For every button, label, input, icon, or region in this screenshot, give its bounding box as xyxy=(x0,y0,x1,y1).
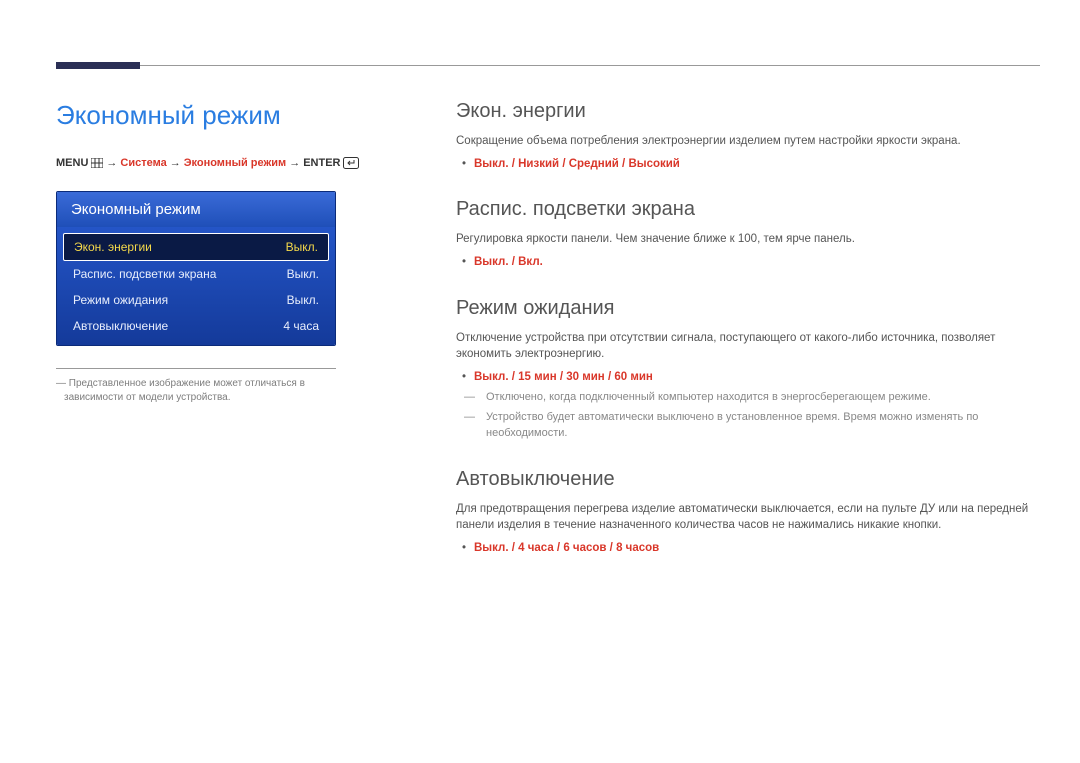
path-seg-system: Система xyxy=(120,157,166,169)
section-options: Выкл. / 15 мин / 30 мин / 60 мин xyxy=(456,369,1040,386)
osd-body: Экон. энергии Выкл. Распис. подсветки эк… xyxy=(57,227,335,345)
section-backlight: Распис. подсветки экрана Регулировка ярк… xyxy=(456,198,1040,270)
osd-row-value: Выкл. xyxy=(287,267,319,281)
right-column: Экон. энергии Сокращение объема потребле… xyxy=(456,100,1040,583)
osd-row-backlight[interactable]: Распис. подсветки экрана Выкл. xyxy=(63,261,329,287)
section-title: Экон. энергии xyxy=(456,100,1040,123)
menu-label: MENU xyxy=(56,157,88,169)
section-desc: Регулировка яркости панели. Чем значение… xyxy=(456,231,1040,248)
header-line xyxy=(140,65,1040,66)
arrow: → xyxy=(170,157,181,169)
osd-row-value: 4 часа xyxy=(283,319,319,333)
menu-path: MENU → Система → Экономный режим → ENTER xyxy=(56,157,396,169)
osd-row-energy[interactable]: Экон. энергии Выкл. xyxy=(63,233,329,261)
osd-row-standby[interactable]: Режим ожидания Выкл. xyxy=(63,287,329,313)
section-standby: Режим ожидания Отключение устройства при… xyxy=(456,297,1040,442)
section-title: Режим ожидания xyxy=(456,297,1040,320)
section-options: Выкл. / 4 часа / 6 часов / 8 часов xyxy=(456,540,1040,557)
caption-divider xyxy=(56,368,336,369)
section-title: Распис. подсветки экрана xyxy=(456,198,1040,221)
section-desc: Отключение устройства при отсутствии сиг… xyxy=(456,330,1040,363)
section-desc: Для предотвращения перегрева изделие авт… xyxy=(456,501,1040,534)
page-title: Экономный режим xyxy=(56,100,396,131)
header-rule xyxy=(56,62,1080,72)
image-caption: ― Представленное изображение может отлич… xyxy=(56,377,356,404)
arrow: → xyxy=(106,157,117,169)
osd-row-label: Автовыключение xyxy=(73,319,168,333)
osd-row-value: Выкл. xyxy=(287,293,319,307)
path-seg-eco: Экономный режим xyxy=(184,157,287,169)
section-energy: Экон. энергии Сокращение объема потребле… xyxy=(456,100,1040,172)
enter-icon xyxy=(343,157,359,169)
header-accent xyxy=(56,62,140,69)
osd-row-autooff[interactable]: Автовыключение 4 часа xyxy=(63,313,329,339)
osd-panel: Экономный режим Экон. энергии Выкл. Расп… xyxy=(56,191,336,346)
section-note: Устройство будет автоматически выключено… xyxy=(456,410,1040,442)
section-note: Отключено, когда подключенный компьютер … xyxy=(456,390,1040,406)
section-autooff: Автовыключение Для предотвращения перегр… xyxy=(456,468,1040,557)
osd-row-value: Выкл. xyxy=(286,240,318,254)
arrow: → xyxy=(289,157,300,169)
enter-label: ENTER xyxy=(303,157,340,169)
menu-grid-icon xyxy=(91,157,103,169)
osd-row-label: Экон. энергии xyxy=(74,240,152,254)
osd-row-label: Распис. подсветки экрана xyxy=(73,267,216,281)
osd-row-label: Режим ожидания xyxy=(73,293,168,307)
section-options: Выкл. / Низкий / Средний / Высокий xyxy=(456,156,1040,173)
osd-header: Экономный режим xyxy=(57,192,335,227)
section-title: Автовыключение xyxy=(456,468,1040,491)
left-column: Экономный режим MENU → Система → Экономн… xyxy=(56,100,396,583)
section-desc: Сокращение объема потребления электроэне… xyxy=(456,133,1040,150)
section-options: Выкл. / Вкл. xyxy=(456,254,1040,271)
